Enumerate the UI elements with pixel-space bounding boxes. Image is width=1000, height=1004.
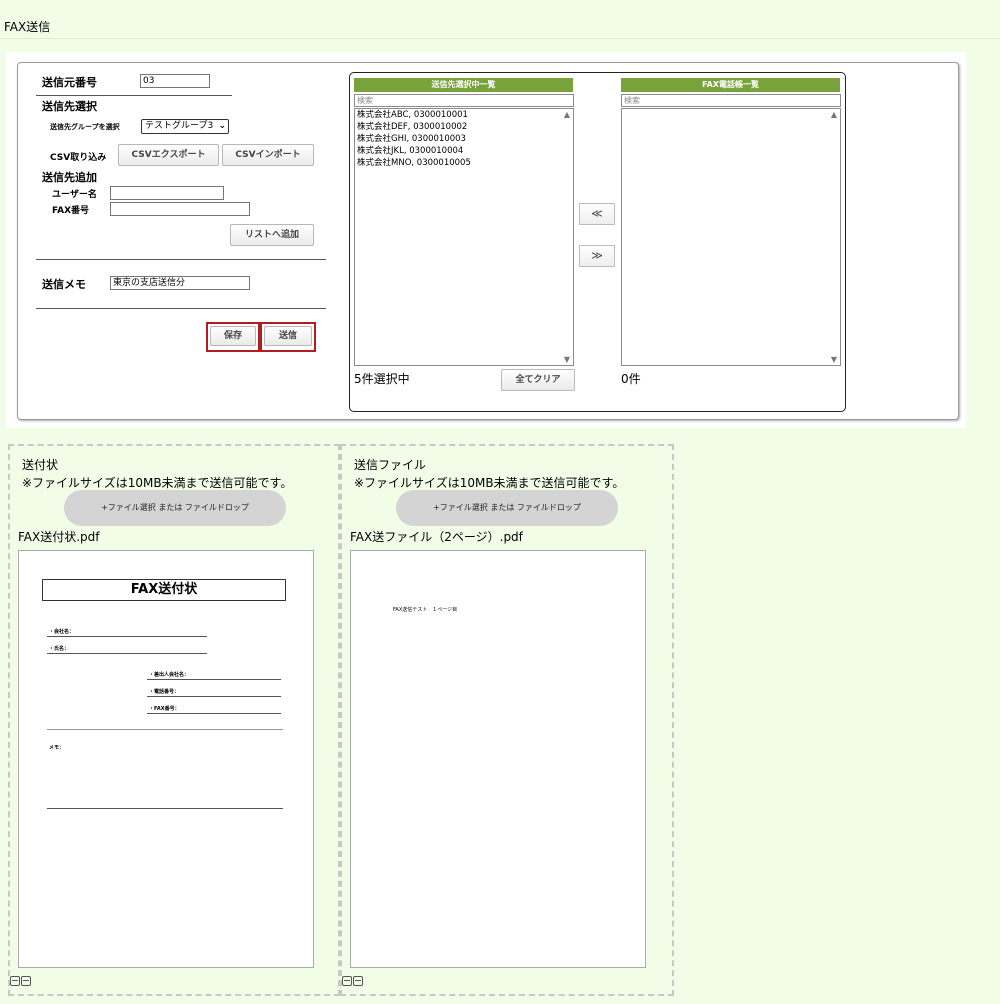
phonebook-listbox[interactable]: ▲ ▼ (621, 108, 841, 366)
cover-upload-title: 送付状 (22, 458, 59, 472)
selected-list-header: 送信先選択中一覧 (354, 78, 573, 92)
doc-fax-label: ・FAX番号： (149, 706, 180, 712)
fax-number-field[interactable] (110, 202, 250, 216)
sender-number-field[interactable]: 03 (140, 74, 210, 88)
scroll-up-icon[interactable]: ▲ (831, 110, 837, 119)
add-dest-label: 送信先追加 (42, 171, 97, 184)
username-label: ユーザー名 (52, 190, 97, 200)
group-select[interactable]: テストグループ3 ⌄ (141, 119, 229, 134)
doc-title: FAX送付状 (42, 579, 286, 601)
preview-page-text: FAX送信テスト １ページ目 (393, 607, 458, 613)
add-to-list-button[interactable]: リストへ追加 (230, 224, 314, 246)
preview-controls (10, 976, 32, 989)
group-select-value: テストグループ3 (145, 121, 214, 131)
cover-file-select-button[interactable]: +ファイル選択 または ファイルドロップ (64, 490, 286, 526)
divider (36, 308, 326, 309)
divider (36, 259, 326, 260)
list-item[interactable]: 株式会社ABC, 0300010001 (355, 109, 573, 121)
cover-file-preview: FAX送付状 ・会社名： ・氏名： ・差出人会社名： ・電話番号： ・FAX番号… (18, 550, 314, 968)
phonebook-list-header: FAX電話帳一覧 (621, 78, 840, 92)
doc-name-label: ・氏名： (49, 646, 70, 652)
selected-count: 5件選択中 (354, 372, 410, 386)
divider (36, 95, 232, 96)
send-file-name: FAX送ファイル（2ページ）.pdf (350, 530, 523, 544)
send-file-preview: FAX送信テスト １ページ目 (350, 550, 646, 968)
scroll-down-icon[interactable]: ▼ (831, 355, 837, 364)
send-file-select-button[interactable]: +ファイル選択 または ファイルドロップ (396, 490, 618, 526)
csv-label: CSV取り込み (50, 153, 107, 163)
doc-company-label: ・会社名： (49, 629, 75, 635)
selected-listbox[interactable]: 株式会社ABC, 0300010001 株式会社DEF, 0300010002 株式… (354, 108, 574, 366)
doc-line (147, 679, 281, 680)
scroll-down-icon[interactable]: ▼ (564, 355, 570, 364)
list-item[interactable]: 株式会社JKL, 0300010004 (355, 145, 573, 157)
clear-all-button[interactable]: 全てクリア (501, 369, 575, 391)
fax-number-label: FAX番号 (52, 206, 90, 216)
selected-search-input[interactable]: 検索 (354, 94, 574, 107)
page-title: FAX送信 (4, 20, 51, 34)
collapse-icon[interactable] (10, 976, 20, 986)
cover-upload-area[interactable]: 送付状 ※ファイルサイズは10MB未満まで送信可能です。 +ファイル選択 または… (8, 444, 340, 996)
send-button[interactable]: 送信 (264, 326, 312, 346)
save-button[interactable]: 保存 (210, 326, 256, 346)
list-item[interactable]: 株式会社DEF, 0300010002 (355, 121, 573, 133)
send-upload-area[interactable]: 送信ファイル ※ファイルサイズは10MB未満まで送信可能です。 +ファイル選択 … (340, 444, 674, 996)
doc-line (147, 696, 281, 697)
memo-label: 送信メモ (42, 278, 86, 291)
doc-line (47, 653, 207, 654)
minimize-icon[interactable] (353, 976, 363, 986)
minimize-icon[interactable] (21, 976, 31, 986)
cover-upload-note: ※ファイルサイズは10MB未満まで送信可能です。 (22, 476, 293, 490)
group-select-label: 送信先グループを選択 (50, 123, 120, 131)
doc-memo-label: メモ： (49, 745, 65, 751)
csv-import-button[interactable]: CSVインポート (222, 144, 314, 166)
username-field[interactable] (110, 186, 224, 200)
memo-field[interactable]: 東京の支店送信分 (110, 276, 250, 290)
phonebook-search-input[interactable]: 検索 (621, 94, 841, 107)
recipient-lists: 送信先選択中一覧 検索 株式会社ABC, 0300010001 株式会社DEF, … (349, 72, 846, 412)
doc-line (47, 808, 283, 809)
phonebook-count: 0件 (621, 372, 641, 386)
doc-sender-company-label: ・差出人会社名： (149, 672, 190, 678)
doc-line (147, 713, 281, 714)
list-item[interactable]: 株式会社GHI, 0300010003 (355, 133, 573, 145)
doc-phone-label: ・電話番号： (149, 689, 180, 695)
doc-line (47, 636, 207, 637)
dest-select-label: 送信先選択 (42, 100, 97, 113)
send-upload-title: 送信ファイル (354, 458, 427, 472)
collapse-icon[interactable] (342, 976, 352, 986)
move-right-button[interactable]: ≫ (579, 245, 615, 267)
doc-line (47, 729, 283, 730)
list-item[interactable]: 株式会社MNO, 0300010005 (355, 157, 573, 169)
preview-controls (342, 976, 364, 989)
cover-file-name: FAX送付状.pdf (18, 530, 100, 544)
scroll-up-icon[interactable]: ▲ (564, 110, 570, 119)
move-left-button[interactable]: ≪ (579, 203, 615, 225)
send-upload-note: ※ファイルサイズは10MB未満まで送信可能です。 (354, 476, 625, 490)
sender-number-label: 送信元番号 (42, 76, 97, 89)
chevron-down-icon: ⌄ (218, 121, 226, 131)
csv-export-button[interactable]: CSVエクスポート (118, 144, 219, 166)
title-divider (0, 38, 1000, 39)
